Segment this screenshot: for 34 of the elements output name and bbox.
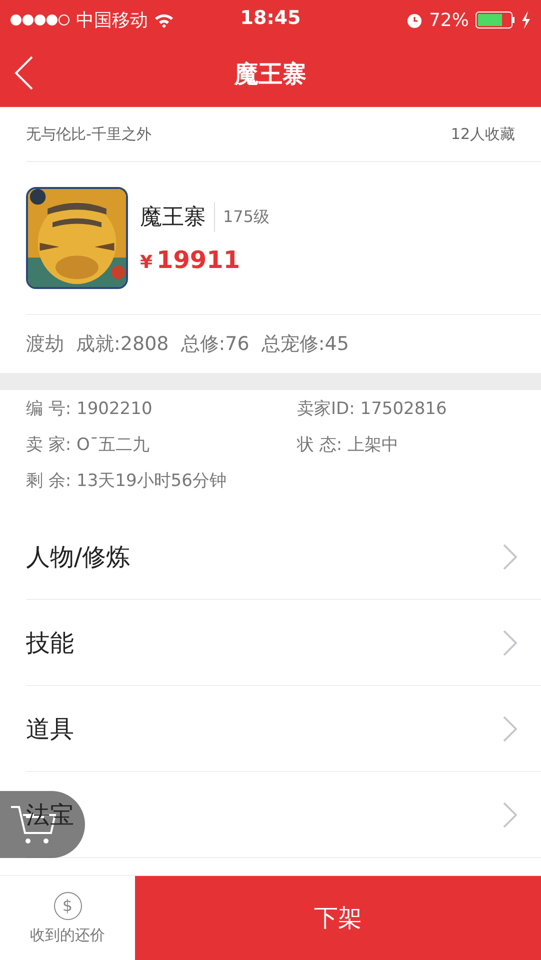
price: 19911 [156,246,240,274]
chevron-icon [503,802,517,828]
battery-icon [475,11,515,29]
chevron-icon [503,630,517,656]
dollar-icon: $ [54,892,82,920]
stat-text: 总宠修:45 [261,332,349,357]
currency-symbol: ¥ [140,252,153,273]
charging-icon [521,11,531,29]
server-name: 无与伦比-千里之外 [26,124,152,144]
alarm-icon [406,12,423,28]
info-field: 卖 家: O¯五二九 [26,432,297,458]
stat-text: 成就:2808 [76,332,169,357]
character-level: 175级 [223,206,270,228]
stat-text: 渡劫 [26,332,64,357]
stat-text: 总修:76 [180,332,250,357]
status-time: 18:45 [240,7,301,29]
wifi-icon [154,12,174,28]
info-field: 卖家ID: 17502816 [297,396,541,422]
battery-percent: 72% [428,10,469,30]
delist-button[interactable]: 下架 [135,876,541,960]
info-field: 状 态: 上架中 [297,432,541,458]
menu-item[interactable]: 技能 [26,600,541,686]
chevron-icon [503,716,517,742]
favorite-count: 12人收藏 [450,124,515,144]
cart-button-overlay[interactable] [0,791,85,858]
signal-icon [10,14,70,26]
menu-item[interactable]: 道具 [26,686,541,772]
info-field: 编 号: 1902210 [26,396,297,422]
carrier-name: 中国移动 [76,9,148,32]
info-field: 剩 余: 13天19小时56分钟 [26,468,297,494]
character-name: 魔王寨 [140,202,215,232]
menu-item[interactable]: 人物/修炼 [26,514,541,600]
page-title: 魔王寨 [234,58,306,90]
chevron-icon [503,544,517,570]
